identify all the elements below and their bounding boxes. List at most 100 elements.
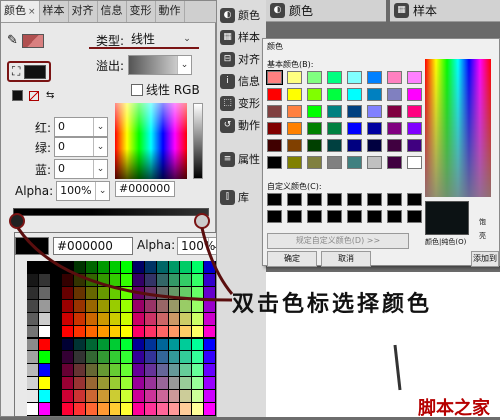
swap-colors-icon[interactable]: ⇆ [46, 90, 54, 101]
close-icon[interactable]: × [28, 7, 36, 17]
basic-color-cell[interactable] [287, 105, 302, 118]
custom-color-cell[interactable] [407, 210, 422, 223]
swatch-cell[interactable] [109, 351, 121, 364]
swatch-cell[interactable] [86, 351, 97, 364]
swatch-cell[interactable] [62, 390, 74, 403]
basic-color-cell[interactable] [307, 105, 322, 118]
hex-input[interactable]: #000000 [115, 181, 175, 197]
swatch-cell[interactable] [156, 261, 168, 273]
swatch-cell[interactable] [145, 351, 156, 364]
custom-color-cell[interactable] [347, 210, 362, 223]
right-panel-swatches[interactable]: ▦ 样本 [390, 0, 500, 22]
swatch-cell[interactable] [50, 377, 62, 390]
swatch-cell[interactable] [180, 338, 192, 351]
swatch-cell[interactable] [145, 377, 156, 390]
custom-color-cell[interactable] [367, 193, 382, 206]
swatch-cell[interactable] [133, 299, 144, 312]
dock-swatches[interactable]: ▦ 样本 [217, 26, 267, 48]
dock-align[interactable]: ⊟ 对齐 [217, 48, 267, 70]
swatch-cell[interactable] [109, 403, 121, 415]
dock-info[interactable]: i 信息 [217, 70, 267, 92]
basic-color-cell[interactable] [307, 71, 322, 84]
swatch-cell[interactable] [204, 377, 215, 390]
swatch-cell[interactable] [86, 377, 97, 390]
custom-color-cell[interactable] [367, 210, 382, 223]
swatch-cell[interactable] [168, 286, 180, 299]
swatch-cell[interactable] [133, 390, 144, 403]
basic-color-cell[interactable] [387, 156, 402, 169]
swatch-cell[interactable] [121, 325, 133, 338]
swatch-cell[interactable] [62, 273, 74, 286]
swatch-cell[interactable] [109, 325, 121, 338]
blue-input[interactable]: 0 ⌄ [54, 159, 109, 179]
swatch-cell[interactable] [204, 273, 215, 286]
swatch-cell[interactable] [38, 364, 50, 377]
swatch-cell[interactable] [50, 286, 62, 299]
swatch-cell[interactable] [180, 261, 192, 273]
brightness-slider[interactable] [193, 103, 203, 179]
color-stop-right[interactable] [194, 213, 210, 229]
swatch-cell[interactable] [121, 364, 133, 377]
swatch-cell[interactable] [204, 261, 215, 273]
swatch-cell[interactable] [62, 261, 74, 273]
swatch-cell[interactable] [145, 261, 156, 273]
swatch-cell[interactable] [168, 261, 180, 273]
swatch-cell[interactable] [50, 312, 62, 325]
basic-color-cell[interactable] [267, 156, 282, 169]
swatch-cell[interactable] [121, 312, 133, 325]
swatch-cell[interactable] [192, 299, 203, 312]
swatch-cell[interactable] [27, 364, 38, 377]
swatch-cell[interactable] [109, 338, 121, 351]
custom-color-cell[interactable] [407, 193, 422, 206]
basic-color-cell[interactable] [367, 71, 382, 84]
gradient-bar[interactable] [13, 208, 209, 216]
swatch-cell[interactable] [27, 377, 38, 390]
red-input[interactable]: 0 ⌄ [54, 117, 109, 137]
swatch-cell[interactable] [109, 286, 121, 299]
tab-swatches[interactable]: 样本 [40, 1, 69, 22]
swatch-cell[interactable] [27, 261, 38, 273]
swatch-cell[interactable] [204, 338, 215, 351]
swatch-cell[interactable] [145, 299, 156, 312]
swatch-cell[interactable] [168, 351, 180, 364]
swatch-cell[interactable] [133, 403, 144, 415]
swatch-cell[interactable] [133, 351, 144, 364]
swatch-cell[interactable] [204, 286, 215, 299]
swatch-cell[interactable] [180, 299, 192, 312]
swatch-cell[interactable] [97, 377, 109, 390]
swatch-cell[interactable] [168, 403, 180, 415]
custom-color-cell[interactable] [267, 193, 282, 206]
swatch-cell[interactable] [97, 351, 109, 364]
basic-color-cell[interactable] [287, 139, 302, 152]
basic-color-cell[interactable] [267, 139, 282, 152]
swatch-cell[interactable] [50, 338, 62, 351]
swatch-cell[interactable] [133, 261, 144, 273]
swatch-cell[interactable] [192, 273, 203, 286]
swatch-cell[interactable] [27, 312, 38, 325]
swatch-cell[interactable] [62, 364, 74, 377]
swatch-cell[interactable] [38, 299, 50, 312]
basic-color-cell[interactable] [347, 156, 362, 169]
swatch-cell[interactable] [145, 403, 156, 415]
swatch-cell[interactable] [86, 325, 97, 338]
custom-color-cell[interactable] [287, 193, 302, 206]
basic-color-cell[interactable] [407, 88, 422, 101]
swatch-cell[interactable] [180, 286, 192, 299]
swatch-cell[interactable] [62, 299, 74, 312]
swatch-cell[interactable] [50, 299, 62, 312]
swatch-cell[interactable] [156, 273, 168, 286]
swatch-cell[interactable] [27, 338, 38, 351]
basic-color-cell[interactable] [267, 122, 282, 135]
swatch-cell[interactable] [97, 286, 109, 299]
swatch-cell[interactable] [192, 261, 203, 273]
swatch-cell[interactable] [62, 377, 74, 390]
swatch-cell[interactable] [38, 403, 50, 415]
swatch-cell[interactable] [121, 403, 133, 415]
swatch-cell[interactable] [156, 338, 168, 351]
swatch-cell[interactable] [62, 338, 74, 351]
swatch-cell[interactable] [38, 273, 50, 286]
basic-color-cell[interactable] [407, 139, 422, 152]
alpha-input[interactable]: 100% ⌄ [56, 181, 111, 201]
linear-rgb-checkbox[interactable] [131, 83, 143, 96]
swatch-cell[interactable] [97, 390, 109, 403]
